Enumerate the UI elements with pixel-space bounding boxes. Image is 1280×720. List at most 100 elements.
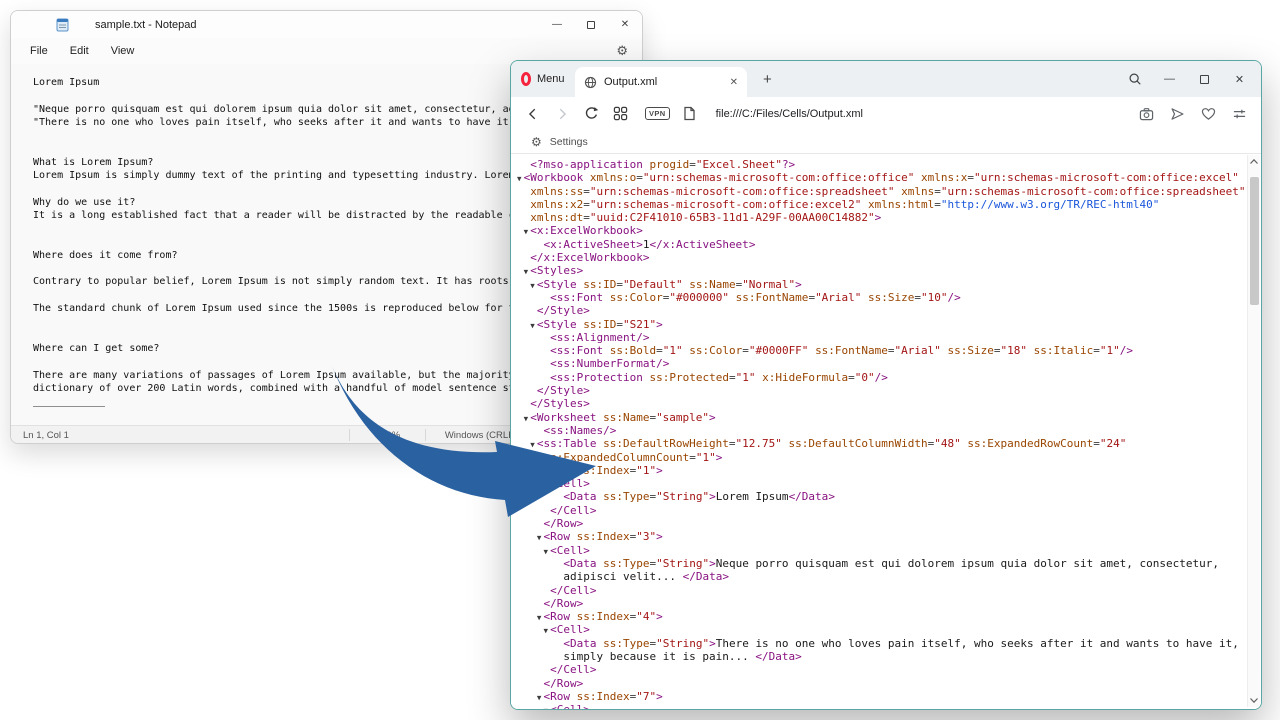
scrollbar[interactable] <box>1247 155 1260 707</box>
bookmark-button[interactable] <box>1196 107 1220 121</box>
document-icon <box>683 106 696 121</box>
bookmark-settings[interactable]: Settings <box>550 136 588 148</box>
camera-icon <box>1139 107 1154 121</box>
reload-icon <box>584 106 599 121</box>
xml-line: ▼<x:ExcelWorkbook> <box>517 224 1241 237</box>
xml-line: </Row> <box>517 517 1241 530</box>
collapse-toggle-icon[interactable]: ▼ <box>517 174 524 183</box>
xml-line: ▼<Style ss:ID="S21"> <box>517 318 1241 331</box>
browser-search-button[interactable] <box>1117 72 1152 86</box>
maximize-icon <box>587 21 595 29</box>
search-icon <box>1128 72 1142 86</box>
collapse-toggle-icon[interactable]: ▼ <box>530 440 537 449</box>
menu-file[interactable]: File <box>19 42 59 60</box>
forward-button[interactable] <box>550 107 574 121</box>
page-info-button[interactable] <box>678 106 702 121</box>
xml-line: ▼<Styles> <box>517 264 1241 277</box>
browser-maximize-button[interactable] <box>1187 75 1222 84</box>
notepad-app-icon <box>56 17 69 32</box>
tab-title: Output.xml <box>604 76 657 88</box>
maximize-icon <box>1200 75 1209 84</box>
xml-line: ▼<Workbook xmlns:o="urn:schemas-microsof… <box>517 171 1241 184</box>
tab-output-xml[interactable]: Output.xml ✕ <box>575 67 747 97</box>
xml-line: ▼<Row ss:Index="3"> <box>517 530 1241 543</box>
xml-line: <ss:Font ss:Bold="1" ss:Color="#0000FF" … <box>517 344 1241 357</box>
globe-icon <box>584 76 597 89</box>
notepad-close-button[interactable]: ✕ <box>608 11 642 38</box>
xml-line: </Style> <box>517 384 1241 397</box>
xml-line: <ss:Protection ss:Protected="1" x:HideFo… <box>517 371 1241 384</box>
xml-line: <?mso-application progid="Excel.Sheet"?> <box>517 158 1241 171</box>
chevron-up-icon <box>1250 159 1258 164</box>
xml-line: </x:ExcelWorkbook> <box>517 251 1241 264</box>
xml-line: ▼<ss:Table ss:DefaultRowHeight="12.75" s… <box>517 437 1241 450</box>
collapse-toggle-icon[interactable]: ▼ <box>530 321 537 330</box>
browser-tabstrip: Menu Output.xml ✕ + — <box>511 61 1261 97</box>
new-tab-button[interactable]: + <box>757 61 778 97</box>
cursor-position-status: Ln 1, Col 1 <box>23 426 69 444</box>
xml-line: <Data ss:Type="String">Neque porro quisq… <box>517 557 1241 570</box>
xml-line: </Cell> <box>517 584 1241 597</box>
notepad-minimize-button[interactable]: — <box>540 11 574 38</box>
scrollbar-thumb[interactable] <box>1250 177 1259 305</box>
notepad-text-divider <box>33 406 105 407</box>
tune-icon <box>1232 107 1247 121</box>
xml-line: ▼<Cell> <box>517 544 1241 557</box>
xml-line: xmlns:x2="urn:schemas-microsoft-com:offi… <box>517 198 1241 211</box>
xml-line: ▼<Row ss:Index="4"> <box>517 610 1241 623</box>
xml-line: ▼<Row ss:Index="1"> <box>517 464 1241 477</box>
collapse-toggle-icon[interactable]: ▼ <box>530 281 537 290</box>
notepad-maximize-button[interactable] <box>574 11 608 38</box>
reload-button[interactable] <box>579 106 603 121</box>
xml-line: </Styles> <box>517 397 1241 410</box>
xml-line: </Row> <box>517 677 1241 690</box>
xml-line: ss:ExpandedColumnCount="1"> <box>517 451 1241 464</box>
browser-close-button[interactable]: ✕ <box>1222 73 1257 86</box>
browser-minimize-button[interactable]: — <box>1152 73 1187 85</box>
notepad-window-title: sample.txt - Notepad <box>95 19 197 31</box>
xml-line: </Style> <box>517 304 1241 317</box>
xml-line: <ss:NumberFormat/> <box>517 357 1241 370</box>
xml-viewer: <?mso-application progid="Excel.Sheet"?>… <box>511 154 1261 709</box>
opera-menu-label: Menu <box>537 73 565 85</box>
scroll-up-button[interactable] <box>1248 155 1260 168</box>
xml-line: <Data ss:Type="String">There is no one w… <box>517 637 1241 650</box>
notepad-settings-gear-icon[interactable]: ⚙ <box>616 44 628 59</box>
xml-line: simply because it is pain... </Data> <box>517 650 1241 663</box>
xml-line: ▼<Cell> <box>517 477 1241 490</box>
vpn-badge[interactable]: VPN <box>645 107 670 120</box>
settings-gear-icon: ⚙ <box>531 135 542 149</box>
snapshot-button[interactable] <box>1134 107 1158 121</box>
back-icon <box>526 107 540 121</box>
menu-view[interactable]: View <box>100 42 146 60</box>
browser-toolbar: VPN file:///C:/Files/Cells/Output.xml <box>511 97 1261 130</box>
address-bar-url[interactable]: file:///C:/Files/Cells/Output.xml <box>716 108 863 120</box>
scroll-down-button[interactable] <box>1248 694 1260 707</box>
xml-line: <ss:Font ss:Color="#000000" ss:FontName=… <box>517 291 1241 304</box>
xml-content: <?mso-application progid="Excel.Sheet"?>… <box>517 158 1241 709</box>
zoom-level-status: 100% <box>357 426 419 444</box>
my-flow-button[interactable] <box>1165 107 1189 121</box>
xml-line: <x:ActiveSheet>1</x:ActiveSheet> <box>517 238 1241 251</box>
xml-line: <ss:Alignment/> <box>517 331 1241 344</box>
grid-icon <box>613 106 628 121</box>
opera-menu-button[interactable]: Menu <box>521 61 565 97</box>
forward-icon <box>555 107 569 121</box>
xml-line: </Row> <box>517 597 1241 610</box>
xml-line: ▼<Worksheet ss:Name="sample"> <box>517 411 1241 424</box>
xml-line: xmlns:dt="uuid:C2F41010-65B3-11d1-A29F-0… <box>517 211 1241 224</box>
back-button[interactable] <box>521 107 545 121</box>
xml-line: adipisci velit... </Data> <box>517 570 1241 583</box>
send-icon <box>1170 107 1185 121</box>
speed-dial-button[interactable] <box>608 106 632 121</box>
xml-line: xmlns:ss="urn:schemas-microsoft-com:offi… <box>517 185 1241 198</box>
xml-line: ▼<Cell> <box>517 623 1241 636</box>
xml-line: <Data ss:Type="String">Lorem Ipsum</Data… <box>517 490 1241 503</box>
sidebar-setup-button[interactable] <box>1227 107 1251 121</box>
xml-line: <ss:Names/> <box>517 424 1241 437</box>
notepad-titlebar[interactable]: sample.txt - Notepad — ✕ <box>11 11 642 38</box>
tab-close-button[interactable]: ✕ <box>730 77 738 88</box>
xml-line: </Cell> <box>517 663 1241 676</box>
xml-line: ▼<Cell> <box>517 703 1241 709</box>
menu-edit[interactable]: Edit <box>59 42 100 60</box>
